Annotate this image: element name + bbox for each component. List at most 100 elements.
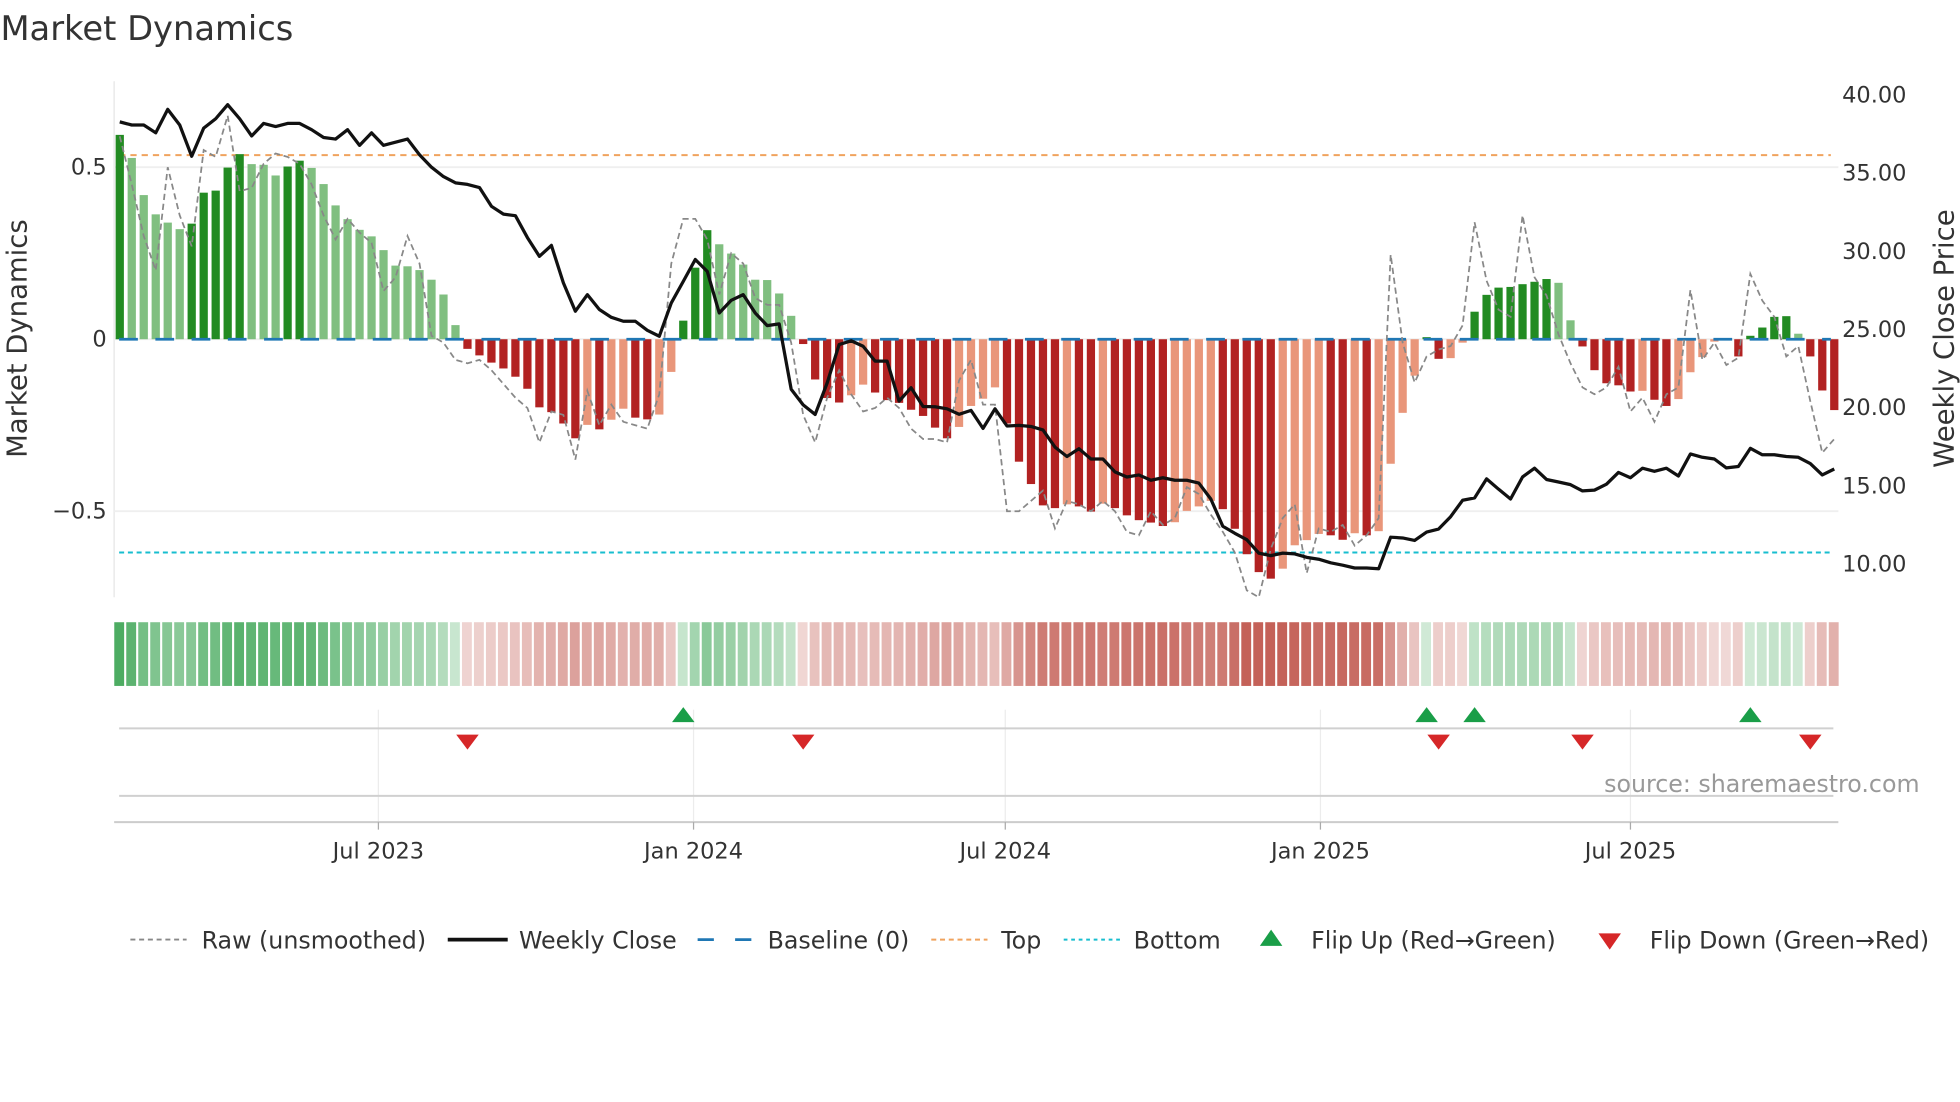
heat-cell [1576,622,1587,686]
heat-cell [1001,622,1012,686]
momentum-bar [1326,339,1335,536]
heat-cell [294,622,304,686]
momentum-bar [559,339,568,424]
y2-tick-label: 30.00 [1842,239,1906,265]
heat-cell [1636,622,1647,686]
heat-cell [557,622,568,686]
flip-down-marker [456,734,479,750]
momentum-bar [355,229,364,340]
heat-cell [186,622,197,686]
momentum-bar [799,339,808,345]
momentum-bar [1806,339,1815,357]
momentum-bar [1338,339,1347,540]
source-label: source: sharemaestro.com [1604,770,1919,798]
heat-cell [306,622,316,686]
heat-cell [869,622,880,686]
heat-cell [641,622,652,686]
heat-cell [126,622,137,686]
heat-cell [402,622,412,686]
momentum-bar [1230,339,1239,529]
legend-item-top: Top [931,926,1041,954]
x-tick-label: Jul 2024 [958,838,1051,864]
heat-cell [761,622,772,686]
momentum-bar [930,339,940,428]
heat-cell [198,622,209,686]
heat-cell [833,622,844,686]
momentum-bar [1674,339,1683,400]
legend-item-flip_down: Flip Down (Green→Red) [1598,926,1929,954]
momentum-bar [619,339,628,409]
y2-tick-label: 40.00 [1842,82,1906,108]
momentum-bar [235,154,244,340]
momentum-bar [1686,339,1695,373]
heat-cell [138,622,149,686]
momentum-bar [487,339,496,363]
momentum-bar [175,229,184,340]
heat-cell [414,622,424,686]
legend-label: Raw (unsmoothed) [202,926,426,954]
heat-cell [1169,622,1180,686]
heat-cell [1409,622,1420,686]
heat-cell [1085,622,1096,686]
flip-down-icon [1598,933,1621,950]
momentum-bar [1134,339,1144,521]
heat-cell [929,622,940,686]
momentum-bar [439,294,448,340]
momentum-bar [1506,286,1515,340]
heat-cell [1792,622,1803,686]
momentum-bar [1074,339,1084,507]
heat-cell [1073,622,1084,686]
heat-cell [1481,622,1491,686]
heat-cell [1660,622,1671,686]
chart-title: Market Dynamics [0,9,293,48]
heat-cell [809,622,820,686]
momentum-bar [727,253,736,340]
flip-up-marker [1739,707,1762,723]
heat-cell [1756,622,1767,686]
momentum-bar [379,250,388,340]
flip-up-marker [1463,707,1486,723]
heat-cell [1720,622,1731,686]
y2-tick-label: 10.00 [1842,552,1906,578]
heat-cell [1804,622,1815,686]
heat-cell [593,622,604,686]
momentum-bar [1542,279,1551,340]
heat-cell [1624,622,1635,686]
heat-cell [1325,622,1336,686]
heat-cell [1612,622,1623,686]
heat-cell [162,622,173,686]
momentum-bar [1218,339,1227,510]
heat-cell [1684,622,1695,686]
heat-cell [1193,622,1204,686]
legend-label: Top [1000,926,1041,954]
momentum-bar [1590,339,1599,371]
momentum-bar [367,236,376,340]
heat-cell [1241,622,1252,686]
heat-strip [114,622,1839,686]
momentum-bar [942,339,952,439]
heat-cell [1505,622,1515,686]
momentum-bar [1158,339,1167,527]
heat-cell [1768,622,1779,686]
momentum-bar [1170,339,1179,523]
heat-cell [1648,622,1659,686]
heat-cell [342,622,352,686]
heat-cell [977,622,988,686]
heat-cell [366,622,376,686]
heat-cell [1588,622,1599,686]
heat-cell [1109,622,1120,686]
heat-cell [1217,622,1228,686]
momentum-bar [1386,339,1395,464]
momentum-bar [511,339,520,377]
heat-cell [1061,622,1072,686]
heat-cell [1037,622,1048,686]
momentum-bar [1530,281,1539,340]
heat-cell [1337,622,1348,686]
series-lines [118,103,1835,599]
heat-cell [1553,622,1563,686]
momentum-bar [1830,339,1839,411]
heat-cell [1229,622,1240,686]
heat-cell [821,622,832,686]
heat-cell [1565,622,1575,686]
momentum-bar [1566,320,1575,340]
